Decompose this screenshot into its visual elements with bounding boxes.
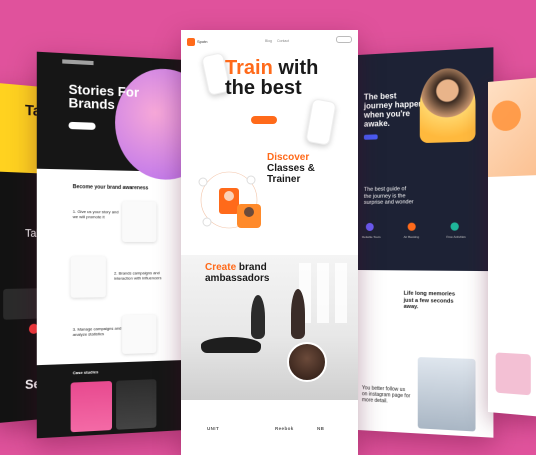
trainer-network-illustration: [198, 171, 261, 229]
hero-title-accent: Train: [225, 57, 273, 79]
stories-title: Stories For Brands: [68, 81, 140, 113]
hero-cta-button[interactable]: [251, 116, 277, 124]
stories-case-title: Case studies: [72, 369, 99, 376]
gym-window: [335, 263, 347, 323]
travel-guide-text: The best guide of the journey is the sur…: [363, 186, 414, 206]
hero-phone-right: [305, 98, 337, 146]
partner-logo-reebok: Reebok: [275, 426, 294, 431]
case-photo-2: [116, 379, 157, 430]
travel-hero-photo: [419, 66, 476, 144]
stories-step-1: 1. Give us your story and we will promot…: [72, 208, 119, 220]
discover-title: Discover Classes & Trainer: [267, 152, 337, 185]
activities-icon: [450, 222, 459, 231]
stories-cta-button[interactable]: [68, 121, 96, 130]
partner-logos: UNIT Reebok NB: [181, 420, 358, 440]
tours-icon: [365, 222, 374, 231]
gym-person: [291, 289, 305, 339]
brand-logo-icon: [187, 38, 195, 46]
travel-life-text: Life long memories just a few seconds aw…: [403, 290, 456, 311]
nav-signin-button[interactable]: [336, 36, 352, 43]
website-mockup-stories: Stories For Brands Become your brand awa…: [36, 51, 186, 439]
stories-step-3: 3. Manage campaigns and analyze statisti…: [72, 325, 122, 338]
website-mockup-right: [488, 76, 536, 418]
gym-window: [317, 263, 329, 323]
travel-hero-text: The best journey happen when you're awak…: [363, 91, 424, 129]
stories-card-2: [70, 256, 106, 298]
brand-logo-text: Spotn: [197, 39, 208, 44]
nav-blog[interactable]: Blog: [265, 39, 272, 43]
case-photo-1: [70, 380, 113, 433]
stories-card-1: [122, 201, 157, 242]
stories-card-3: [122, 314, 157, 355]
icon-label-2: Air Booking: [403, 234, 420, 239]
hero-title: Train with the best: [225, 58, 345, 98]
travel-city-photo: [417, 357, 476, 432]
website-mockup-fitness: Spotn Blog Contact Train with the best D…: [181, 30, 358, 455]
showcase-stage: Talk cus in Talk peop the See o Stories …: [0, 0, 536, 455]
gym-person: [251, 295, 265, 339]
nav-contact[interactable]: Contact: [277, 39, 289, 43]
discover-rest: Classes & Trainer: [267, 163, 315, 185]
discover-accent: Discover: [267, 152, 310, 163]
ambassador-photo: [287, 342, 327, 382]
right-photo: [495, 352, 531, 396]
gym-person: [201, 337, 261, 353]
travel-cta-button[interactable]: [363, 134, 378, 140]
website-mockup-travel: The best journey happen when you're awak…: [358, 47, 494, 438]
partner-logo-nb: NB: [317, 426, 325, 431]
create-title: Create brand ambassadors: [205, 262, 305, 284]
create-accent: Create: [205, 262, 237, 273]
booking-icon: [407, 222, 416, 231]
stories-step-2: 2. Brands campaigns and interaction with…: [114, 270, 162, 281]
icon-label-1: Reliable Tours: [361, 234, 381, 239]
partner-logo-unit: UNIT: [207, 426, 220, 431]
icon-label-3: Free Activities: [446, 234, 466, 239]
stories-section-title: Become your brand awareness: [72, 183, 149, 192]
travel-follow-text: You better follow us on instagram page f…: [361, 385, 411, 405]
